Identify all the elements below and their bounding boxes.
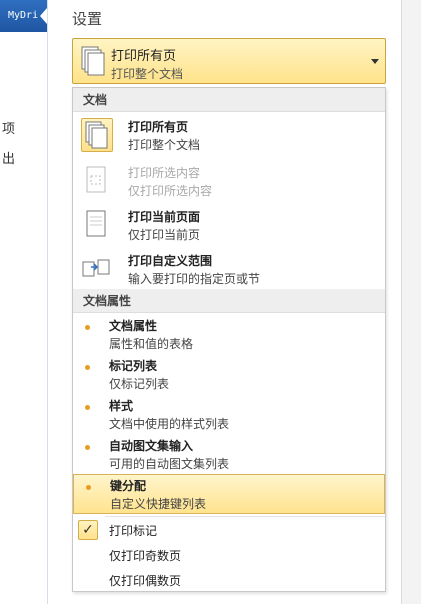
bullet-icon — [85, 325, 90, 330]
left-nav-strip: MyDri 项 出 — [0, 0, 48, 604]
left-nav-item-1[interactable]: 项 — [2, 118, 15, 137]
section-header-properties: 文档属性 — [73, 289, 385, 313]
selector-subtitle: 打印整个文档 — [111, 67, 184, 81]
item-desc: 打印整个文档 — [128, 138, 201, 152]
item-desc: 可用的自动图文集列表 — [109, 457, 230, 471]
menu-item-even-pages[interactable]: 仅打印偶数页 — [73, 567, 385, 593]
preview-edge — [401, 0, 421, 604]
item-title: 打印自定义范围 — [128, 254, 213, 268]
menu-item-autotext[interactable]: 自动图文集输入 可用的自动图文集列表 — [73, 435, 385, 475]
all-pages-icon — [81, 118, 113, 152]
selection-icon — [81, 164, 113, 198]
item-title: 键分配 — [110, 479, 147, 493]
bullet-icon — [85, 445, 90, 450]
option-label: 仅打印偶数页 — [109, 574, 182, 588]
item-title: 文档属性 — [109, 319, 158, 333]
item-desc: 仅打印所选内容 — [128, 184, 213, 198]
item-desc: 自定义快捷键列表 — [110, 497, 207, 511]
option-label: 仅打印奇数页 — [109, 549, 182, 563]
print-range-selector[interactable]: 打印所有页 打印整个文档 — [72, 38, 386, 84]
menu-item-odd-pages[interactable]: 仅打印奇数页 — [73, 542, 385, 568]
menu-item-markup-list[interactable]: 标记列表 仅标记列表 — [73, 355, 385, 395]
bullet-icon — [85, 405, 90, 410]
item-desc: 文档中使用的样式列表 — [109, 417, 230, 431]
checkmark-icon[interactable]: ✓ — [78, 520, 98, 540]
item-desc: 仅标记列表 — [109, 377, 170, 391]
option-label: 打印标记 — [109, 524, 158, 538]
item-title: 打印当前页面 — [128, 210, 201, 224]
menu-item-styles[interactable]: 样式 文档中使用的样式列表 — [73, 395, 385, 435]
section-header-document: 文档 — [73, 88, 385, 112]
bullet-icon — [85, 365, 90, 370]
current-page-icon — [81, 208, 113, 242]
item-title: 标记列表 — [109, 359, 158, 373]
menu-item-print-custom-range[interactable]: 打印自定义范围 输入要打印的指定页或节 — [73, 248, 385, 292]
item-title: 自动图文集输入 — [109, 439, 194, 453]
tab-notch — [40, 8, 47, 24]
left-nav-item-2[interactable]: 出 — [2, 148, 15, 167]
settings-heading: 设置 — [72, 10, 103, 28]
menu-item-print-current-page[interactable]: 打印当前页面 仅打印当前页 — [73, 204, 385, 248]
bullet-icon — [86, 485, 91, 490]
menu-item-print-markup[interactable]: ✓ 打印标记 — [73, 517, 385, 543]
menu-item-document-properties[interactable]: 文档属性 属性和值的表格 — [73, 315, 385, 355]
item-title: 打印所选内容 — [128, 166, 201, 180]
chevron-down-icon[interactable] — [371, 59, 379, 64]
item-title: 样式 — [109, 399, 134, 413]
item-desc: 输入要打印的指定页或节 — [128, 272, 261, 286]
item-desc: 仅打印当前页 — [128, 228, 201, 242]
menu-item-print-all-pages[interactable]: 打印所有页 打印整个文档 — [73, 114, 385, 158]
item-desc: 属性和值的表格 — [109, 337, 194, 351]
menu-item-key-assignments[interactable]: 键分配 自定义快捷键列表 — [73, 474, 385, 514]
selector-title: 打印所有页 — [111, 49, 177, 64]
item-title: 打印所有页 — [128, 120, 189, 134]
print-range-dropdown: 文档 打印所有页 打印整个文档 打印所选内容 仅打印所选内容 打印当前页面 仅打… — [72, 87, 386, 592]
pages-icon — [81, 46, 105, 76]
custom-range-icon — [81, 252, 113, 286]
menu-item-print-selection[interactable]: 打印所选内容 仅打印所选内容 — [73, 160, 385, 204]
